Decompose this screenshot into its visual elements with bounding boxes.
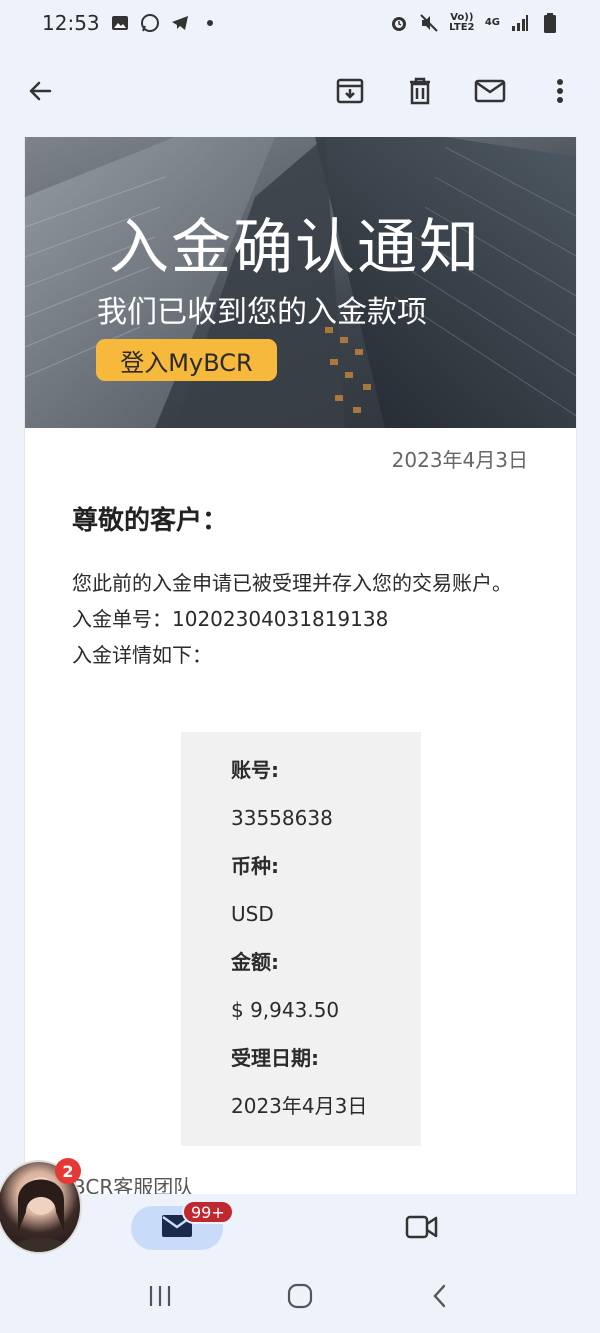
back-icon[interactable] — [420, 1276, 460, 1316]
delete-icon[interactable] — [402, 73, 438, 109]
recents-icon[interactable] — [140, 1276, 180, 1316]
login-mybcr-button[interactable]: 登入MyBCR — [96, 339, 277, 381]
detail-label: 受理日期: — [231, 1046, 319, 1070]
gallery-icon — [110, 13, 130, 33]
banner-subtitle: 我们已收到您的入金款项 — [97, 295, 427, 330]
home-icon[interactable] — [280, 1276, 320, 1316]
mute-icon — [419, 13, 439, 33]
detail-label: 币种: — [231, 854, 279, 878]
status-time: 12:53 — [42, 11, 100, 35]
body-line: 您此前的入金申请已被受理并存入您的交易账户。 — [72, 571, 512, 595]
detail-value: 33558638 — [231, 806, 333, 830]
signal-icon — [510, 13, 530, 33]
email-date: 2023年4月3日 — [391, 448, 528, 472]
video-icon[interactable] — [405, 1212, 439, 1242]
mark-unread-icon[interactable] — [472, 73, 508, 109]
detail-value: USD — [231, 902, 274, 926]
email-body: 入金确认通知 我们已收到您的入金款项 登入MyBCR 2023年4月3日 尊敬的… — [24, 137, 577, 1194]
email-banner: 入金确认通知 我们已收到您的入金款项 登入MyBCR — [25, 137, 576, 428]
4g-icon: 4G — [484, 17, 500, 28]
chat-head-badge: 2 — [55, 1158, 81, 1184]
app-bar — [0, 46, 600, 136]
signoff: BCR客服团队 — [72, 1175, 194, 1194]
archive-icon[interactable] — [332, 73, 368, 109]
mail-count-badge: 99+ — [182, 1200, 234, 1224]
greeting: 尊敬的客户： — [72, 506, 229, 536]
telegram-icon — [170, 13, 190, 33]
email-paragraph: 您此前的入金申请已被受理并存入您的交易账户。 入金单号：102023040318… — [72, 565, 522, 673]
detail-label: 账号: — [231, 758, 279, 782]
alarm-icon — [389, 13, 409, 33]
banner-title: 入金确认通知 — [109, 213, 481, 283]
body-line: 入金详情如下： — [72, 643, 212, 667]
whatsapp-icon — [140, 13, 160, 33]
arrow-back-icon[interactable] — [22, 73, 58, 109]
body-line: 入金单号：10202304031819138 — [72, 607, 389, 631]
bottom-nav: 99+ — [0, 1194, 600, 1258]
detail-value: 2023年4月3日 — [231, 1094, 368, 1118]
deposit-details-box: 账号: 33558638 币种: USD 金额: $ 9,943.50 受理日期… — [181, 732, 421, 1146]
dot-icon — [200, 13, 220, 33]
status-bar: 12:53 Vo)) LTE2 4G — [0, 0, 600, 46]
system-nav — [0, 1258, 600, 1333]
detail-value: $ 9,943.50 — [231, 998, 340, 1022]
volte-icon: Vo)) LTE2 — [449, 12, 475, 33]
more-vert-icon[interactable] — [542, 73, 578, 109]
battery-icon — [540, 13, 560, 33]
detail-label: 金额: — [231, 950, 279, 974]
